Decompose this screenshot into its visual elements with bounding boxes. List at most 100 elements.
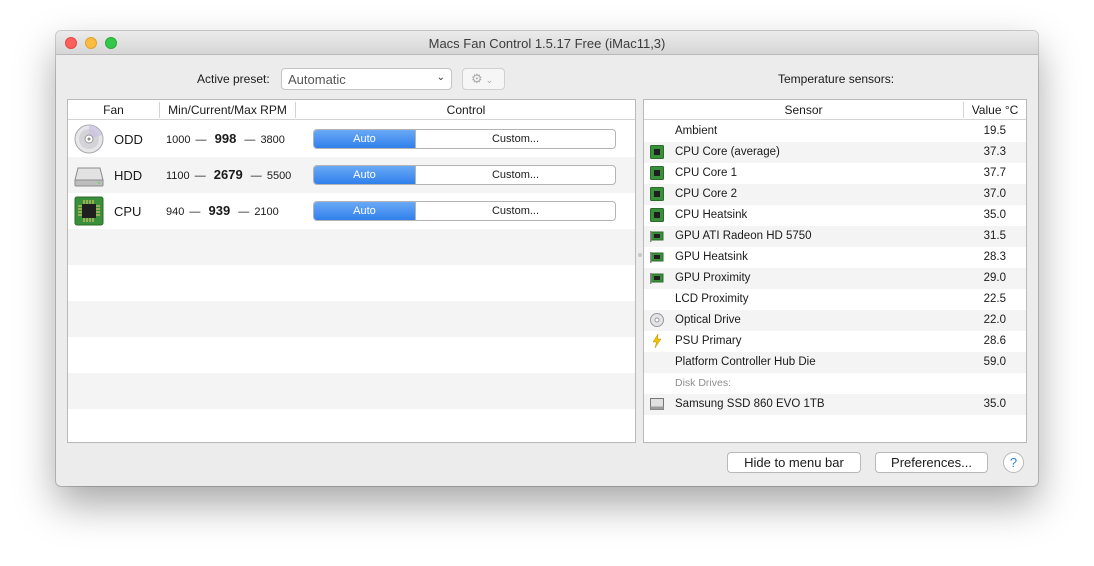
- sensor-row[interactable]: CPU Core (average) 37.3: [644, 142, 1026, 163]
- sensor-value: 31.5: [983, 230, 1006, 242]
- temperature-sensors-title: Temperature sensors:: [778, 72, 895, 86]
- fan-name: CPU: [114, 204, 142, 219]
- sensor-value: 35.0: [983, 398, 1006, 410]
- fan-current-rpm: 2679: [213, 167, 243, 182]
- fan-column-header[interactable]: Fan: [68, 103, 159, 117]
- preset-label: Active preset:: [197, 72, 270, 86]
- fans-table-header: Fan Min/Current/Max RPM Control: [68, 100, 635, 120]
- fan-control-segment: Auto Custom...: [313, 165, 616, 185]
- sensor-value: 22.5: [983, 293, 1006, 305]
- sensor-row[interactable]: LCD Proximity 22.5: [644, 289, 1026, 310]
- disk-drives-section: Disk Drives:: [644, 373, 1026, 394]
- sensor-row[interactable]: GPU ATI Radeon HD 5750 31.5: [644, 226, 1026, 247]
- chevron-down-icon: ⌄: [485, 75, 494, 85]
- sensor-name: Platform Controller Hub Die: [675, 356, 816, 368]
- cpu-chip-icon: [650, 145, 664, 159]
- sensor-value: 59.0: [983, 356, 1006, 368]
- empty-row: [68, 373, 635, 409]
- preset-settings-button[interactable]: ⚙ ⌄: [462, 68, 505, 90]
- empty-row: [68, 229, 635, 265]
- sensor-name: GPU Proximity: [675, 272, 751, 284]
- optical-drive-icon: [74, 124, 104, 154]
- sensor-row[interactable]: Ambient 19.5: [644, 121, 1026, 142]
- split-view-divider[interactable]: [638, 253, 642, 257]
- custom-button[interactable]: Custom...: [415, 130, 615, 148]
- fan-name: HDD: [114, 168, 143, 183]
- sensor-name: CPU Heatsink: [675, 209, 748, 221]
- sensors-table-header: Sensor Value °C: [644, 100, 1026, 120]
- hide-to-menu-bar-button[interactable]: Hide to menu bar: [727, 452, 861, 473]
- preset-value: Automatic: [288, 72, 346, 87]
- preset-select[interactable]: Automatic ⌄: [281, 68, 452, 90]
- sensor-name: Samsung SSD 860 EVO 1TB: [675, 398, 825, 410]
- fan-min-rpm: 940: [166, 206, 185, 218]
- fan-current-rpm: 998: [214, 131, 237, 146]
- sensor-row[interactable]: Platform Controller Hub Die 59.0: [644, 352, 1026, 373]
- fan-row-hdd: HDD 1100 — 2679 — 5500 Auto Custom...: [68, 157, 635, 193]
- sensor-value: 22.0: [983, 314, 1006, 326]
- sensor-name: PSU Primary: [675, 335, 742, 347]
- sensor-name: GPU ATI Radeon HD 5750: [675, 230, 812, 242]
- window-title: Macs Fan Control 1.5.17 Free (iMac11,3): [428, 36, 666, 51]
- help-button[interactable]: ?: [1003, 452, 1024, 473]
- sensor-value: 35.0: [983, 209, 1006, 221]
- value-column-header[interactable]: Value °C: [964, 103, 1026, 117]
- custom-button[interactable]: Custom...: [415, 202, 615, 220]
- empty-row: [68, 301, 635, 337]
- rpm-column-header[interactable]: Min/Current/Max RPM: [160, 103, 295, 117]
- hard-drive-icon: [74, 167, 104, 187]
- custom-button[interactable]: Custom...: [415, 166, 615, 184]
- fan-rpm: 1100 — 2679 — 5500: [166, 167, 292, 182]
- auto-button[interactable]: Auto: [314, 130, 415, 148]
- sensor-row[interactable]: GPU Proximity 29.0: [644, 268, 1026, 289]
- sensor-value: 37.7: [983, 167, 1006, 179]
- fan-control-segment: Auto Custom...: [313, 201, 616, 221]
- section-label: Disk Drives:: [675, 377, 732, 389]
- sensor-column-header[interactable]: Sensor: [644, 103, 963, 117]
- cpu-chip-icon: [650, 166, 664, 180]
- fan-max-rpm: 2100: [254, 206, 279, 218]
- sensor-value: 29.0: [983, 272, 1006, 284]
- sensor-name: CPU Core (average): [675, 146, 780, 158]
- sensor-row[interactable]: GPU Heatsink 28.3: [644, 247, 1026, 268]
- sensor-name: Optical Drive: [675, 314, 741, 326]
- fan-row-odd: ODD 1000 — 998 — 3800 Auto Custom...: [68, 121, 635, 157]
- auto-button[interactable]: Auto: [314, 202, 415, 220]
- sensor-value: 37.3: [983, 146, 1006, 158]
- cpu-chip-icon: [650, 208, 664, 222]
- sensor-row[interactable]: PSU Primary 28.6: [644, 331, 1026, 352]
- sensor-name: Ambient: [675, 125, 718, 137]
- sensor-row[interactable]: CPU Core 1 37.7: [644, 163, 1026, 184]
- gpu-card-icon: [650, 231, 664, 242]
- fan-max-rpm: 5500: [266, 170, 292, 182]
- sensor-value: 37.0: [983, 188, 1006, 200]
- sensor-row[interactable]: Optical Drive 22.0: [644, 310, 1026, 331]
- empty-row: [644, 415, 1026, 436]
- control-column-header[interactable]: Control: [296, 103, 636, 117]
- preferences-button[interactable]: Preferences...: [875, 452, 988, 473]
- fan-current-rpm: 939: [208, 203, 231, 218]
- sensor-value: 19.5: [983, 125, 1006, 137]
- title-bar: Macs Fan Control 1.5.17 Free (iMac11,3): [56, 31, 1038, 55]
- cpu-chip-icon: [74, 196, 104, 226]
- sensor-row[interactable]: CPU Core 2 37.0: [644, 184, 1026, 205]
- sensor-name: GPU Heatsink: [675, 251, 748, 263]
- fan-min-rpm: 1100: [166, 170, 190, 182]
- sensor-row[interactable]: CPU Heatsink 35.0: [644, 205, 1026, 226]
- gpu-card-icon: [650, 252, 664, 263]
- chevron-down-icon: ⌄: [436, 72, 445, 83]
- sensor-row[interactable]: Samsung SSD 860 EVO 1TB 35.0: [644, 394, 1026, 415]
- fans-table: Fan Min/Current/Max RPM Control ODD 1000…: [67, 99, 636, 443]
- fan-rpm: 940 — 939 — 2100: [166, 203, 279, 218]
- gear-icon: ⚙: [471, 71, 483, 86]
- fan-max-rpm: 3800: [260, 134, 285, 146]
- sensor-name: LCD Proximity: [675, 293, 749, 305]
- auto-button[interactable]: Auto: [314, 166, 415, 184]
- ssd-drive-icon: [650, 398, 664, 410]
- optical-drive-icon: [650, 313, 664, 327]
- app-window: Macs Fan Control 1.5.17 Free (iMac11,3) …: [56, 31, 1038, 486]
- sensors-table: Sensor Value °C Ambient 19.5 CPU Core (ave…: [643, 99, 1027, 443]
- gpu-card-icon: [650, 273, 664, 284]
- sensor-name: CPU Core 2: [675, 188, 737, 200]
- fan-name: ODD: [114, 132, 143, 147]
